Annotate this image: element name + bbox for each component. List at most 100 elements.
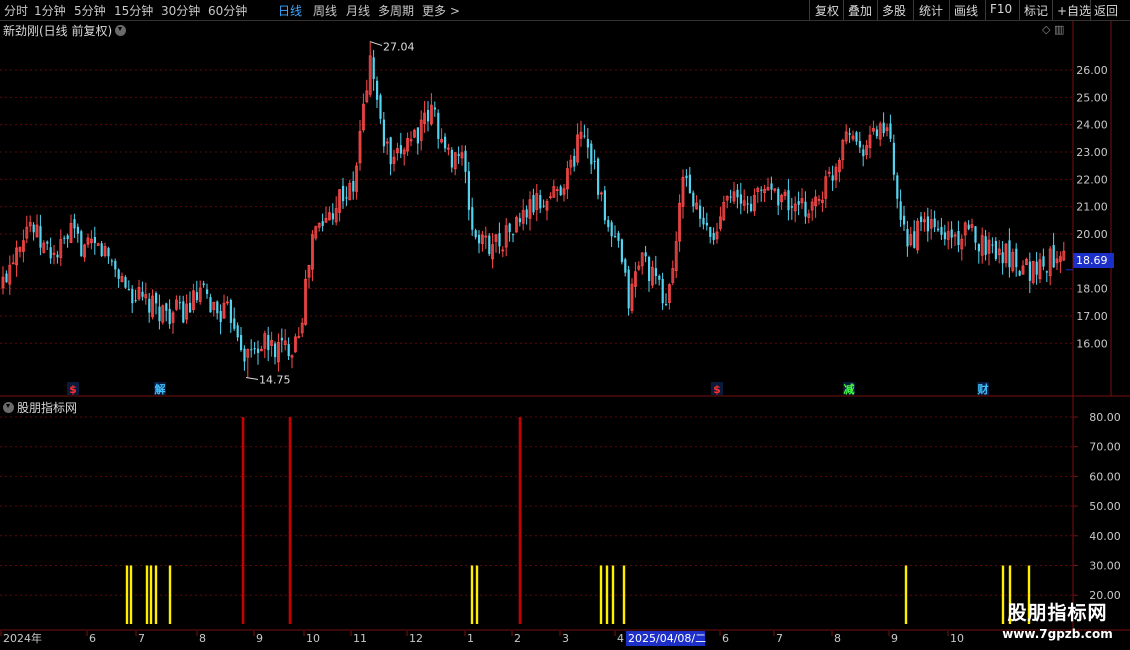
candle[interactable]: [103, 242, 107, 258]
candle[interactable]: [304, 270, 308, 326]
candle[interactable]: [358, 119, 362, 171]
candle[interactable]: [90, 230, 93, 250]
candle[interactable]: [412, 128, 416, 139]
candle[interactable]: [1025, 257, 1028, 266]
candle[interactable]: [576, 123, 579, 166]
candle[interactable]: [379, 93, 382, 124]
candle[interactable]: [515, 215, 518, 233]
candle[interactable]: [402, 147, 406, 166]
candle[interactable]: [624, 257, 627, 277]
candle[interactable]: [100, 241, 103, 257]
candle[interactable]: [1028, 252, 1031, 294]
candle[interactable]: [110, 258, 113, 266]
indicator-bars[interactable]: [125, 417, 1031, 624]
candle[interactable]: [63, 235, 66, 245]
candle[interactable]: [878, 121, 882, 147]
candle[interactable]: [25, 215, 29, 244]
tool-button-8[interactable]: 返回: [1094, 2, 1118, 19]
candle[interactable]: [814, 189, 817, 218]
chart-canvas[interactable]: 27.04 14.75 26.00 25.00 24.00 23.00 22.00 21.00…: [0, 0, 1130, 650]
candle[interactable]: [692, 190, 695, 213]
candle[interactable]: [800, 188, 804, 210]
candle[interactable]: [209, 293, 212, 313]
period-tab-9[interactable]: 多周期: [378, 2, 414, 19]
candle[interactable]: [423, 100, 427, 133]
candle[interactable]: [583, 124, 586, 139]
candle[interactable]: [144, 282, 148, 305]
candle[interactable]: [940, 217, 943, 241]
candle[interactable]: [427, 101, 430, 132]
candle[interactable]: [545, 198, 549, 221]
candle[interactable]: [539, 189, 542, 214]
candle[interactable]: [270, 331, 274, 357]
candle[interactable]: [865, 140, 868, 160]
candle[interactable]: [753, 188, 756, 216]
candle[interactable]: [528, 191, 532, 231]
tool-button-2[interactable]: 多股: [882, 2, 906, 19]
candle[interactable]: [970, 218, 974, 232]
candle[interactable]: [644, 245, 647, 263]
candle[interactable]: [512, 233, 515, 243]
candle[interactable]: [498, 222, 501, 254]
candle[interactable]: [151, 289, 155, 320]
candle[interactable]: [590, 140, 593, 175]
indicator-title[interactable]: 股朋指标网: [3, 399, 77, 416]
candle[interactable]: [920, 211, 923, 232]
candle[interactable]: [525, 205, 528, 225]
candle[interactable]: [127, 280, 130, 291]
candle[interactable]: [491, 233, 495, 269]
candle[interactable]: [399, 132, 402, 158]
candle[interactable]: [161, 304, 165, 325]
candle[interactable]: [916, 218, 919, 254]
candle[interactable]: [259, 345, 263, 352]
candle[interactable]: [518, 212, 521, 227]
candle[interactable]: [1011, 248, 1015, 273]
candle[interactable]: [120, 272, 124, 283]
candle[interactable]: [206, 283, 209, 299]
candle[interactable]: [569, 154, 573, 176]
event-marker[interactable]: $: [67, 382, 79, 396]
main-chart-title[interactable]: 新劲刚(日线 前复权): [3, 22, 127, 39]
candle[interactable]: [15, 240, 19, 277]
candle[interactable]: [471, 197, 474, 236]
candle[interactable]: [21, 229, 25, 263]
candle[interactable]: [494, 234, 498, 253]
candle[interactable]: [1021, 260, 1025, 275]
candle[interactable]: [437, 109, 440, 149]
candle[interactable]: [314, 225, 318, 241]
candle[interactable]: [793, 196, 797, 223]
candle[interactable]: [651, 260, 654, 289]
candle[interactable]: [453, 152, 457, 176]
candle[interactable]: [600, 191, 603, 202]
candle[interactable]: [521, 199, 525, 231]
candle[interactable]: [929, 209, 933, 240]
candle[interactable]: [715, 222, 719, 244]
candle[interactable]: [903, 205, 906, 231]
candle[interactable]: [994, 237, 997, 262]
candle[interactable]: [46, 240, 49, 250]
candle[interactable]: [862, 144, 865, 167]
candle[interactable]: [732, 181, 736, 205]
candle[interactable]: [137, 279, 141, 301]
candle[interactable]: [872, 120, 875, 135]
candle[interactable]: [416, 127, 419, 155]
candle[interactable]: [678, 194, 681, 252]
candle[interactable]: [464, 145, 467, 184]
candle[interactable]: [1042, 248, 1045, 271]
candle[interactable]: [984, 229, 987, 261]
period-tab-8[interactable]: 月线: [346, 2, 370, 19]
candle[interactable]: [178, 295, 181, 310]
candle[interactable]: [216, 300, 219, 320]
candle[interactable]: [317, 222, 321, 232]
candle[interactable]: [640, 252, 644, 275]
candle[interactable]: [168, 299, 171, 329]
candle[interactable]: [86, 233, 90, 248]
candle[interactable]: [334, 196, 338, 226]
candle[interactable]: [549, 192, 552, 200]
candle[interactable]: [5, 270, 8, 283]
candle[interactable]: [76, 223, 79, 243]
candle[interactable]: [957, 220, 960, 253]
candle[interactable]: [892, 134, 895, 181]
candle[interactable]: [257, 340, 260, 365]
candle[interactable]: [355, 162, 359, 200]
